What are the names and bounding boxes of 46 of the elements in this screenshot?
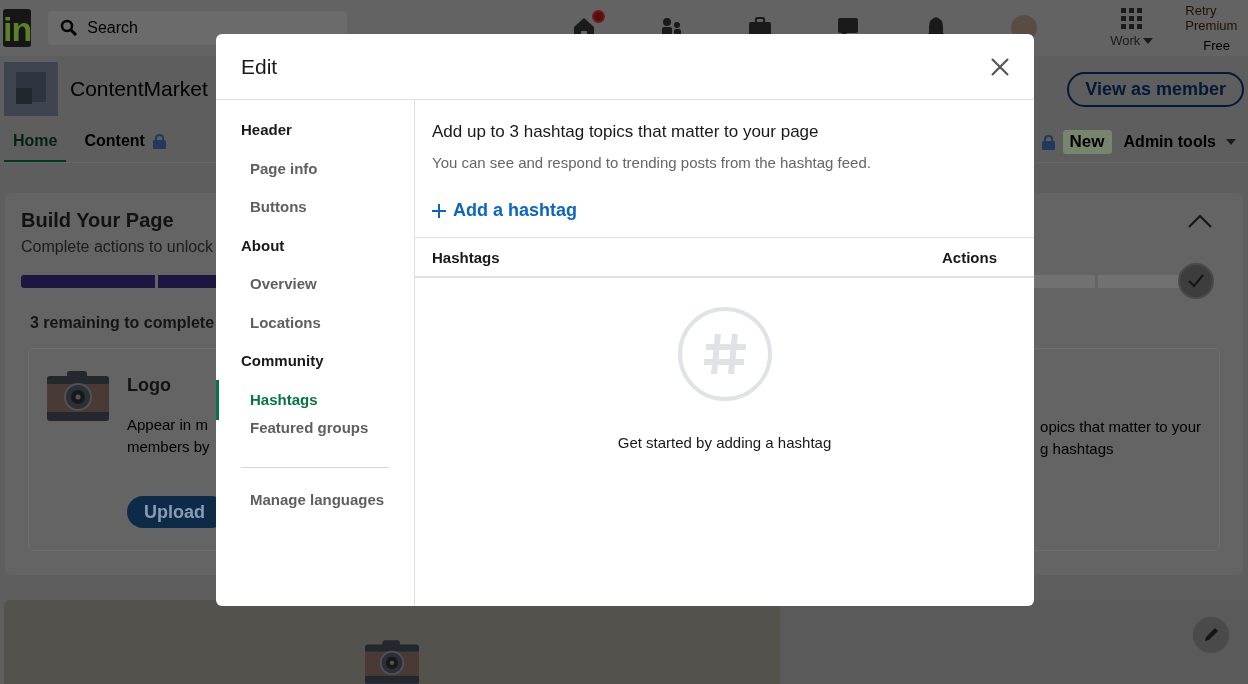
search-icon: [60, 19, 79, 37]
premium-link[interactable]: Retry Premium: [1185, 3, 1248, 33]
sidebar-section-heading: Community: [240, 351, 325, 371]
chevron-up-icon[interactable]: [1188, 213, 1212, 228]
premium-link[interactable]: Free: [1203, 38, 1231, 53]
column-header: Hashtags: [432, 248, 500, 266]
sidebar-link[interactable]: Page info: [216, 158, 414, 197]
remaining-count: 3 remaining to complete: [30, 314, 215, 332]
task-description: Appear in m members by: [127, 415, 211, 457]
grid-icon: [1121, 8, 1143, 29]
sidebar-link[interactable]: Featured groups: [216, 418, 414, 457]
hashtag-icon: [676, 306, 773, 402]
logo[interactable]: in: [3, 9, 32, 47]
sidebar-link[interactable]: Overview: [216, 274, 414, 313]
column-header: Actions: [942, 248, 997, 266]
view-as-member-button[interactable]: View as member: [1067, 71, 1244, 107]
lock-icon: [152, 133, 166, 149]
admin-tools-menu[interactable]: Admin tools: [1123, 133, 1236, 151]
sidebar-link[interactable]: Hashtags: [216, 379, 414, 420]
add-hashtag-button[interactable]: Add a hashtag: [432, 200, 577, 221]
empty-state-message: Get started by adding a hashtag: [617, 434, 832, 451]
dialog-title: Edit: [241, 54, 278, 79]
caret-icon: [1226, 139, 1236, 145]
camera-icon: [47, 371, 109, 421]
task-title: Logo: [127, 375, 172, 396]
caret-icon: [1143, 37, 1154, 44]
sidebar-link[interactable]: Locations: [216, 312, 414, 351]
sidebar-section-heading: Header: [240, 120, 293, 140]
pencil-icon[interactable]: [1193, 617, 1229, 653]
logo-drawing: [4, 62, 58, 116]
close-icon[interactable]: [990, 56, 1010, 77]
sidebar-link[interactable]: Buttons: [216, 197, 414, 236]
check-circle-icon: [1177, 262, 1215, 300]
page-tab[interactable]: Content: [75, 122, 175, 162]
work-menu[interactable]: Work: [1110, 8, 1154, 48]
sidebar-section-heading: About: [240, 235, 286, 256]
card-subtitle: Complete actions to unlock: [21, 238, 214, 256]
plus-icon: [432, 203, 446, 218]
lock-icon: [1041, 134, 1055, 150]
card-title: Build Your Page: [21, 209, 174, 232]
task-description: opics that matter to your g hashtags: [1040, 417, 1201, 459]
work-label: Work: [1110, 33, 1141, 48]
section-description: You can see and respond to trending posts from the hashtag feed.: [432, 154, 872, 171]
new-badge: New: [1062, 130, 1112, 154]
section-heading: Add up to 3 hashtag topics that matter to your page: [432, 122, 820, 142]
page-name: ContentMarket: [70, 77, 208, 101]
